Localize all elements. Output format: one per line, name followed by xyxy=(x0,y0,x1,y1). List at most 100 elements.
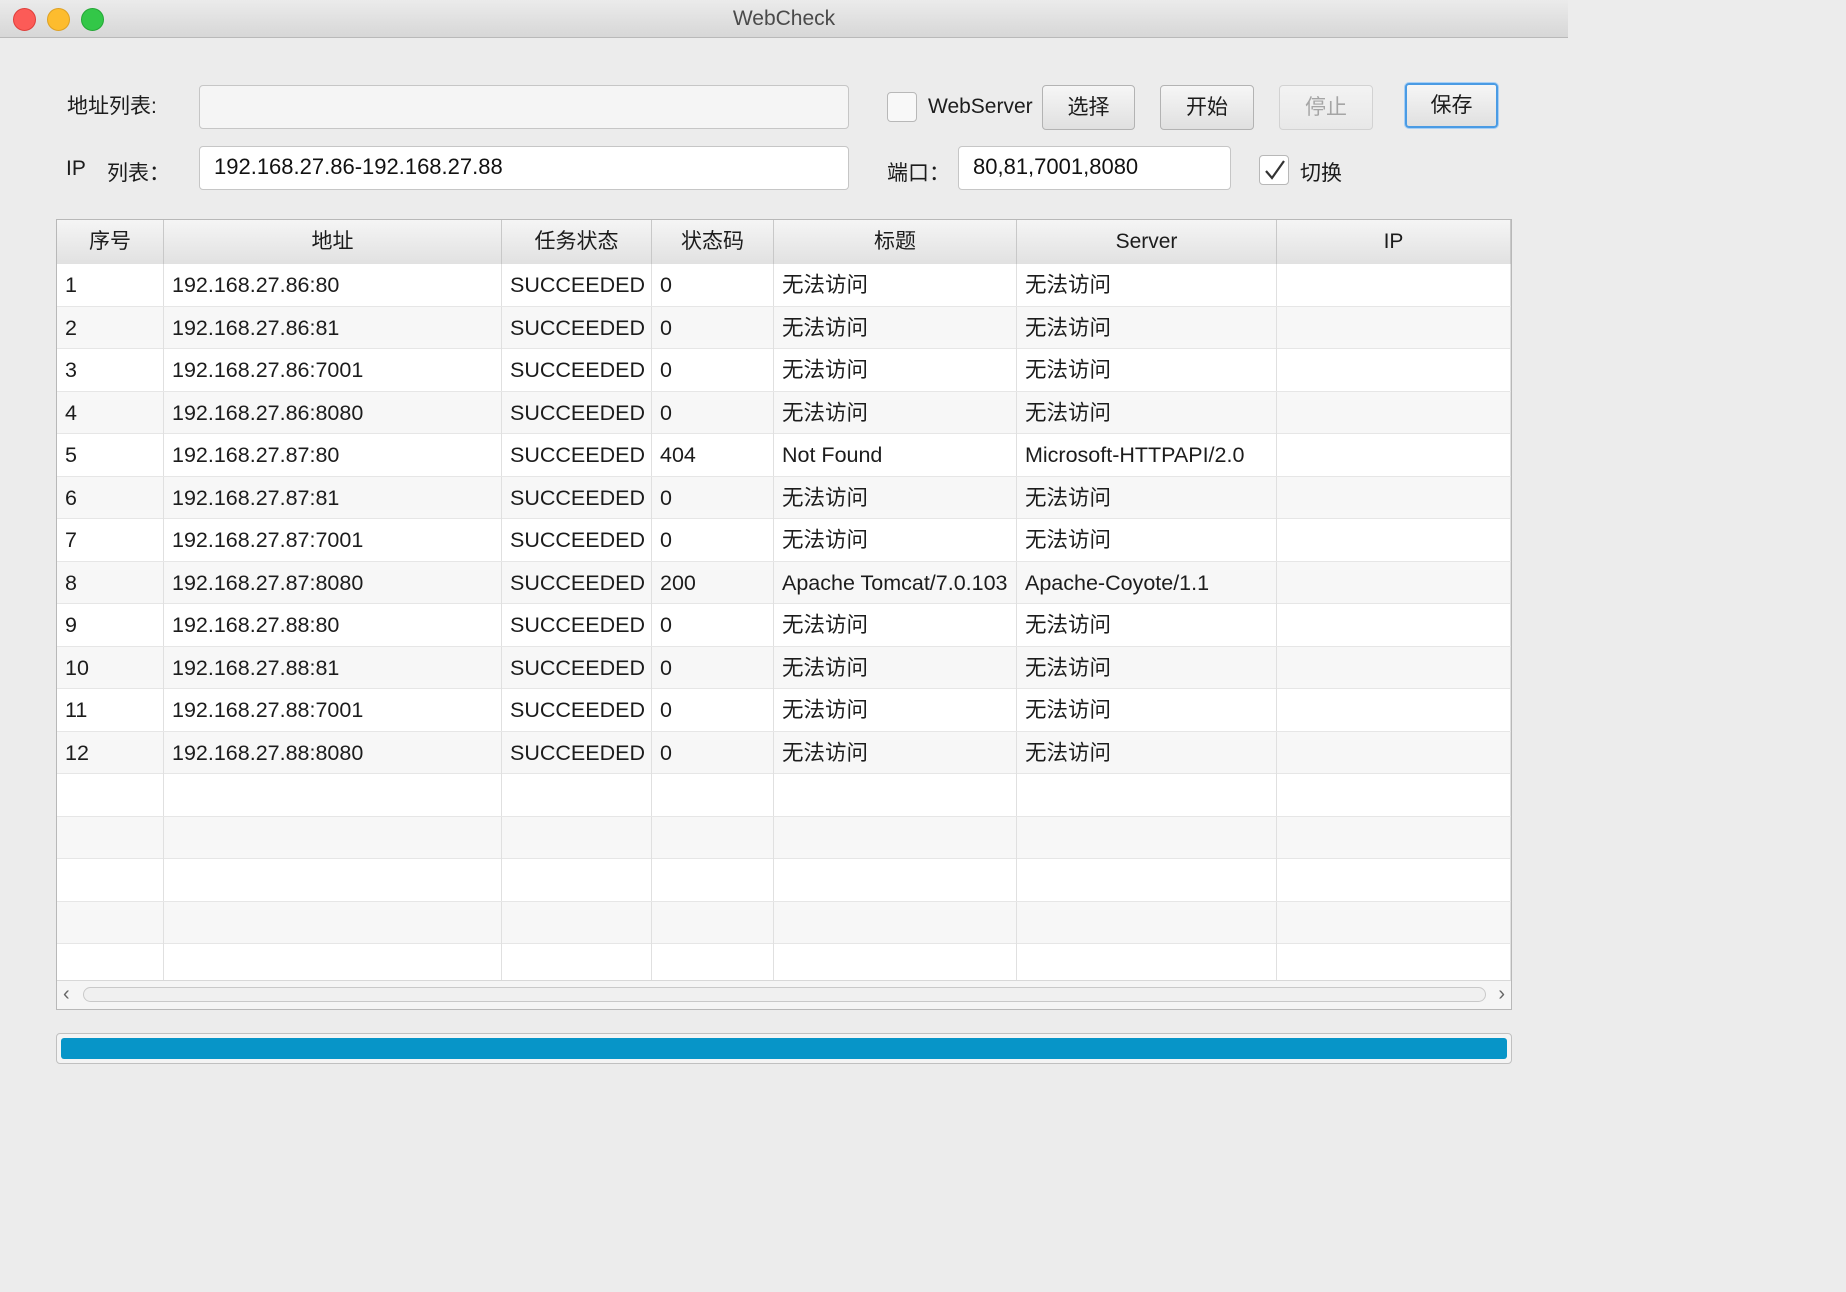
cell-address: 192.168.27.86:80 xyxy=(164,264,502,306)
results-table: 序号 地址 任务状态 状态码 标题 Server IP 1 192.168.27.86:80 S… xyxy=(56,219,1512,1010)
cell-index: 1 xyxy=(57,264,164,306)
cell-address: 192.168.27.87:80 xyxy=(164,434,502,476)
cell-task-status xyxy=(502,901,652,944)
header-col-status-code[interactable]: 状态码 xyxy=(652,220,774,264)
save-button[interactable]: 保存 xyxy=(1405,83,1498,128)
cell-index xyxy=(57,901,164,944)
horizontal-scrollbar[interactable]: ‹ › xyxy=(57,980,1511,1009)
cell-server: 无法访问 xyxy=(1017,646,1277,689)
cell-task-status: SUCCEEDED xyxy=(502,519,652,561)
scroll-left-icon[interactable]: ‹ xyxy=(63,984,70,1004)
cell-address: 192.168.27.88:8080 xyxy=(164,731,502,774)
select-button[interactable]: 选择 xyxy=(1042,85,1135,130)
table-row[interactable]: 12 192.168.27.88:8080 SUCCEEDED 0 无法访问 无法访问 xyxy=(57,731,1511,774)
address-list-label: 地址列表: xyxy=(67,95,157,118)
cell-ip xyxy=(1277,349,1511,391)
cell-status-code: 0 xyxy=(652,731,774,774)
cell-status-code: 0 xyxy=(652,519,774,561)
webserver-checkbox[interactable] xyxy=(887,92,917,122)
cell-address: 192.168.27.88:80 xyxy=(164,604,502,646)
cell-status-code: 200 xyxy=(652,561,774,604)
cell-status-code: 404 xyxy=(652,434,774,476)
table-row[interactable]: 11 192.168.27.88:7001 SUCCEEDED 0 无法访问 无法访问 xyxy=(57,689,1511,732)
table-row[interactable]: 1 192.168.27.86:80 SUCCEEDED 0 无法访问 无法访问 xyxy=(57,264,1511,307)
table-row[interactable]: 5 192.168.27.87:80 SUCCEEDED 404 Not Found Mi… xyxy=(57,434,1511,477)
cell-status-code xyxy=(652,859,774,901)
header-col-ip[interactable]: IP xyxy=(1277,220,1511,264)
port-input[interactable]: 80,81,7001,8080 xyxy=(958,146,1231,190)
cell-address: 192.168.27.86:7001 xyxy=(164,349,502,391)
window-title: WebCheck xyxy=(732,7,836,30)
cell-address xyxy=(164,859,502,901)
empty-table-row[interactable] xyxy=(57,859,1511,902)
table-row[interactable]: 10 192.168.27.88:81 SUCCEEDED 0 无法访问 无法访问 xyxy=(57,646,1511,689)
start-button[interactable]: 开始 xyxy=(1160,85,1254,130)
header-col-title[interactable]: 标题 xyxy=(774,220,1017,264)
cell-title: 无法访问 xyxy=(774,306,1017,349)
cell-title: 无法访问 xyxy=(774,731,1017,774)
cell-address: 192.168.27.87:81 xyxy=(164,476,502,519)
table-row[interactable]: 7 192.168.27.87:7001 SUCCEEDED 0 无法访问 无法访问 xyxy=(57,519,1511,562)
header-col-task-status[interactable]: 任务状态 xyxy=(502,220,652,264)
scrollbar-thumb[interactable] xyxy=(83,987,1486,1002)
table-row[interactable]: 9 192.168.27.88:80 SUCCEEDED 0 无法访问 无法访问 xyxy=(57,604,1511,647)
cell-server xyxy=(1017,859,1277,901)
header-col-address[interactable]: 地址 xyxy=(164,220,502,264)
cell-ip xyxy=(1277,306,1511,349)
cell-title xyxy=(774,859,1017,901)
cell-server: Microsoft-HTTPAPI/2.0 xyxy=(1017,434,1277,476)
stop-button[interactable]: 停止 xyxy=(1279,85,1373,130)
table-row[interactable]: 3 192.168.27.86:7001 SUCCEEDED 0 无法访问 无法访问 xyxy=(57,349,1511,392)
cell-index: 12 xyxy=(57,731,164,774)
cell-index: 4 xyxy=(57,391,164,434)
ip-list-label-prefix: IP xyxy=(66,157,86,180)
table-row[interactable]: 8 192.168.27.87:8080 SUCCEEDED 200 Apache To… xyxy=(57,561,1511,604)
cell-task-status: SUCCEEDED xyxy=(502,391,652,434)
cell-task-status: SUCCEEDED xyxy=(502,476,652,519)
cell-task-status: SUCCEEDED xyxy=(502,306,652,349)
address-list-input[interactable] xyxy=(199,85,849,129)
cell-server xyxy=(1017,774,1277,816)
header-col-index[interactable]: 序号 xyxy=(57,220,164,264)
cell-address: 192.168.27.88:81 xyxy=(164,646,502,689)
cell-ip xyxy=(1277,476,1511,519)
cell-index: 8 xyxy=(57,561,164,604)
cell-title: Apache Tomcat/7.0.103 xyxy=(774,561,1017,604)
cell-task-status: SUCCEEDED xyxy=(502,264,652,306)
switch-checkbox[interactable] xyxy=(1259,155,1289,185)
cell-title xyxy=(774,816,1017,859)
cell-status-code xyxy=(652,816,774,859)
cell-task-status xyxy=(502,774,652,816)
cell-task-status: SUCCEEDED xyxy=(502,349,652,391)
table-row[interactable]: 2 192.168.27.86:81 SUCCEEDED 0 无法访问 无法访问 xyxy=(57,306,1511,349)
cell-address: 192.168.27.86:8080 xyxy=(164,391,502,434)
cell-status-code xyxy=(652,901,774,944)
empty-table-row[interactable] xyxy=(57,816,1511,859)
cell-status-code: 0 xyxy=(652,476,774,519)
cell-index: 10 xyxy=(57,646,164,689)
cell-address: 192.168.27.87:7001 xyxy=(164,519,502,561)
scroll-right-icon[interactable]: › xyxy=(1498,984,1505,1004)
cell-title: 无法访问 xyxy=(774,264,1017,306)
cell-status-code xyxy=(652,774,774,816)
cell-status-code: 0 xyxy=(652,689,774,731)
cell-task-status: SUCCEEDED xyxy=(502,689,652,731)
cell-status-code: 0 xyxy=(652,306,774,349)
cell-status-code: 0 xyxy=(652,349,774,391)
switch-label: 切换 xyxy=(1300,162,1342,185)
table-row[interactable]: 6 192.168.27.87:81 SUCCEEDED 0 无法访问 无法访问 xyxy=(57,476,1511,519)
checkmark-icon xyxy=(1265,160,1285,180)
header-col-server[interactable]: Server xyxy=(1017,220,1277,264)
cell-address xyxy=(164,774,502,816)
cell-server xyxy=(1017,901,1277,944)
cell-ip xyxy=(1277,816,1511,859)
ip-list-input[interactable]: 192.168.27.86-192.168.27.88 xyxy=(199,146,849,190)
cell-title: 无法访问 xyxy=(774,646,1017,689)
empty-table-row[interactable] xyxy=(57,774,1511,817)
cell-status-code: 0 xyxy=(652,264,774,306)
cell-index: 5 xyxy=(57,434,164,476)
table-row[interactable]: 4 192.168.27.86:8080 SUCCEEDED 0 无法访问 无法访问 xyxy=(57,391,1511,434)
cell-index xyxy=(57,774,164,816)
cell-ip xyxy=(1277,264,1511,306)
empty-table-row[interactable] xyxy=(57,901,1511,944)
